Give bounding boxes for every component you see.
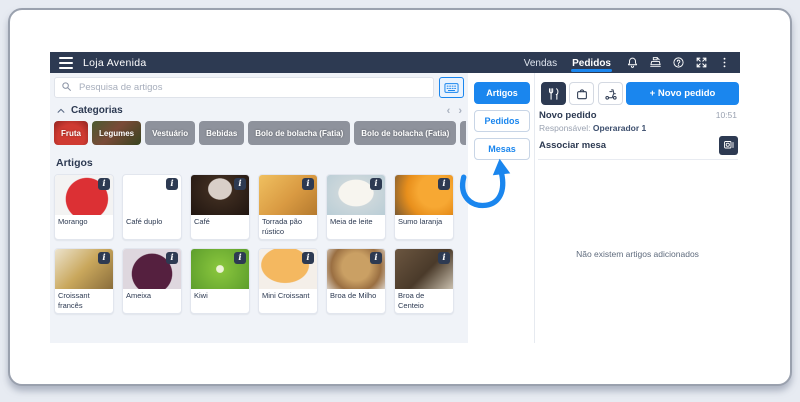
fork-knife-icon: [548, 87, 558, 100]
bell-icon[interactable]: [626, 56, 639, 69]
nav-tab-vendas[interactable]: Vendas: [523, 55, 558, 71]
info-icon[interactable]: i: [370, 252, 382, 264]
article-card[interactable]: i Ameixa: [122, 248, 182, 314]
cash-register-icon[interactable]: [649, 56, 662, 69]
article-label: Café: [194, 217, 210, 226]
article-card[interactable]: i Café: [190, 174, 250, 240]
article-card[interactable]: i Broa de Milho: [326, 248, 386, 314]
takeaway-mode-button[interactable]: [569, 82, 594, 105]
side-tab-pedidos[interactable]: Pedidos: [474, 110, 530, 132]
info-icon[interactable]: i: [234, 252, 246, 264]
categories-header: Categorias ‹ ›: [56, 103, 462, 118]
article-card[interactable]: i Croissant francês: [54, 248, 114, 314]
category-chip[interactable]: Bolo de bolacha (Fatia): [354, 121, 457, 145]
article-card[interactable]: i Morango: [54, 174, 114, 240]
navbar-tabs: Vendas Pedidos: [523, 55, 612, 72]
bag-icon: [576, 88, 587, 99]
kebab-menu-icon[interactable]: [718, 56, 731, 69]
scooter-icon: [604, 88, 617, 100]
article-label: Meia de leite: [330, 217, 373, 226]
article-grid: i Morango i Café duplo i Café i Torrada pão rús…: [54, 174, 454, 314]
article-label: Café duplo: [126, 217, 163, 226]
article-label: Broa de Milho: [330, 291, 377, 300]
articles-title: Artigos: [56, 157, 93, 169]
article-label: Ameixa: [126, 291, 152, 300]
empty-order-message: Não existem artigos adicionados: [576, 249, 699, 259]
info-icon[interactable]: i: [166, 252, 178, 264]
info-icon[interactable]: i: [438, 252, 450, 264]
chevron-right-icon[interactable]: ›: [458, 105, 462, 116]
chevron-left-icon[interactable]: ‹: [447, 105, 451, 116]
article-card[interactable]: i Torrada pão rústico: [258, 174, 318, 240]
article-card[interactable]: i Kiwi: [190, 248, 250, 314]
catalogue-area: Categorias ‹ › FrutaLegumesVestuárioBebi…: [50, 73, 468, 343]
category-chip[interactable]: Fruta: [54, 121, 88, 145]
article-label: Croissant francês: [58, 291, 90, 310]
chevron-up-icon[interactable]: [56, 106, 66, 116]
article-label: Sumo laranja: [398, 217, 443, 226]
article-label: Mini Croissant: [262, 291, 310, 300]
top-navbar: Loja Avenida Vendas Pedidos: [50, 52, 740, 73]
associate-table-icon: [723, 141, 733, 149]
hamburger-menu-icon[interactable]: [59, 56, 73, 69]
category-chip[interactable]: Categoria Exemplo: [460, 121, 466, 145]
category-chip[interactable]: Bebidas: [199, 121, 245, 145]
search-icon: [61, 79, 72, 97]
divider: [538, 159, 738, 160]
associate-table-label: Associar mesa: [539, 139, 607, 151]
article-card[interactable]: i Broa de Centeio: [394, 248, 454, 314]
info-icon[interactable]: i: [166, 178, 178, 190]
info-icon[interactable]: i: [302, 252, 314, 264]
info-icon[interactable]: i: [98, 252, 110, 264]
associate-table-button[interactable]: [719, 135, 738, 155]
article-card[interactable]: i Meia de leite: [326, 174, 386, 240]
info-icon[interactable]: i: [370, 178, 382, 190]
store-title: Loja Avenida: [83, 56, 147, 69]
order-panel: + Novo pedido Novo pedido 10:51 Responsá…: [534, 73, 740, 343]
category-chip[interactable]: Bolo de bolacha (Fatia): [248, 121, 351, 145]
order-responsible: Responsável: Operarador 1: [539, 123, 647, 133]
help-icon[interactable]: [672, 56, 685, 69]
article-card[interactable]: i Sumo laranja: [394, 174, 454, 240]
fullscreen-icon[interactable]: [695, 56, 708, 69]
article-label: Broa de Centeio: [398, 291, 425, 310]
search-bar[interactable]: [54, 77, 434, 98]
info-icon[interactable]: i: [98, 178, 110, 190]
search-input[interactable]: [77, 81, 427, 94]
categories-title: Categorias: [71, 105, 123, 116]
order-title: Novo pedido: [539, 110, 597, 121]
side-tab-mesas[interactable]: Mesas: [474, 138, 530, 160]
info-icon[interactable]: i: [302, 178, 314, 190]
side-tab-artigos[interactable]: Artigos: [474, 82, 530, 104]
keyboard-toggle-button[interactable]: [439, 77, 464, 98]
nav-tab-pedidos[interactable]: Pedidos: [571, 55, 612, 72]
article-label: Morango: [58, 217, 88, 226]
order-time: 10:51: [715, 110, 737, 120]
responsible-name: Operarador 1: [592, 123, 647, 133]
article-label: Kiwi: [194, 291, 208, 300]
article-label: Torrada pão rústico: [262, 217, 303, 236]
category-chip-list: Fruta Legumes Vestuário Bebidas Bolo de bola…: [54, 121, 466, 146]
category-chip[interactable]: Vestuário: [145, 121, 196, 145]
category-chip[interactable]: Legumes: [92, 121, 142, 145]
info-icon[interactable]: i: [234, 178, 246, 190]
article-card[interactable]: i Mini Croissant: [258, 248, 318, 314]
article-card[interactable]: i Café duplo: [122, 174, 182, 240]
delivery-mode-button[interactable]: [598, 82, 623, 105]
info-icon[interactable]: i: [438, 178, 450, 190]
navbar-icons: [626, 56, 731, 69]
new-order-button[interactable]: + Novo pedido: [626, 82, 739, 105]
dine-in-mode-button[interactable]: [541, 82, 566, 105]
